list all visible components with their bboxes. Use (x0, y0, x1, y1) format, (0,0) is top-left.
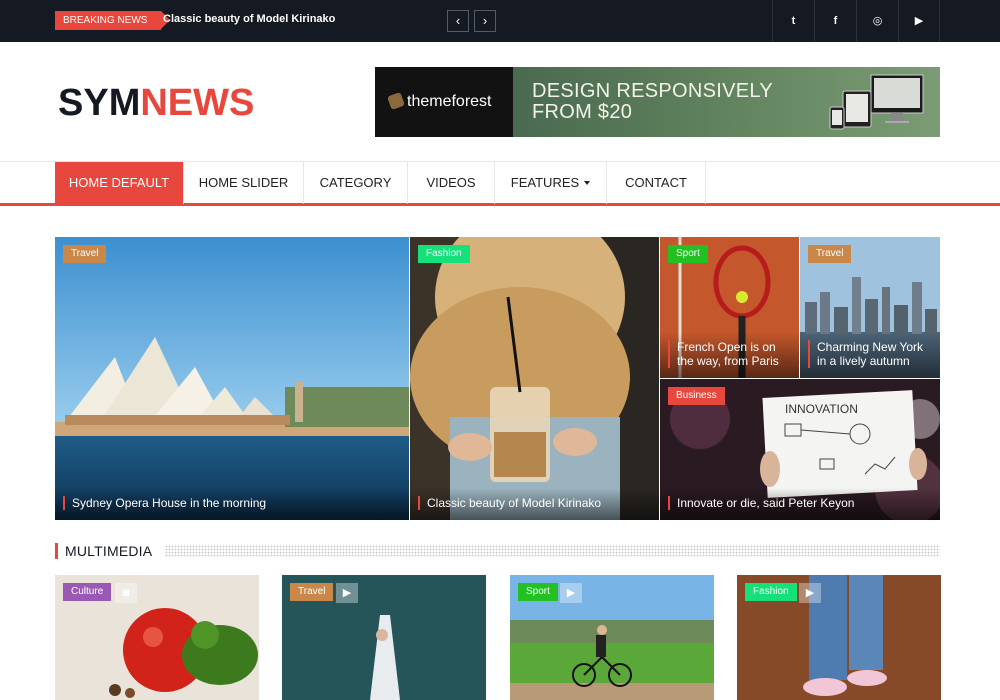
camera-icon[interactable]: ◙ (115, 583, 137, 603)
nav-contact[interactable]: CONTACT (607, 162, 706, 204)
banner-headline: DESIGN RESPONSIVELY FROM $20 (532, 81, 773, 123)
post-title[interactable]: French Open is on the way, from Paris (668, 340, 791, 368)
caret-down-icon (584, 181, 591, 185)
section-divider (165, 545, 940, 557)
main-navigation: HOME DEFAULT HOME SLIDER CATEGORY VIDEOS… (0, 161, 1000, 206)
section-title-multimedia: MULTIMEDIA (55, 543, 152, 559)
innovation-image-text: INNOVATION (785, 402, 858, 416)
nav-features-label: FEATURES (510, 175, 580, 190)
banner-brand-text: themeforest (407, 93, 492, 110)
nav-home-default[interactable]: HOME DEFAULT (55, 162, 184, 204)
play-icon[interactable]: ▶ (336, 583, 358, 603)
featured-post-new-york[interactable]: Travel Charming New York in a lively aut… (800, 237, 940, 378)
category-tag[interactable]: Business (668, 387, 725, 405)
logo-part-sym: SYM (58, 82, 141, 124)
post-title[interactable]: Innovate or die, said Peter Keyon (668, 496, 932, 510)
post-title[interactable]: Sydney Opera House in the morning (63, 496, 401, 510)
caption-overlay: Classic beauty of Model Kirinako (410, 488, 659, 520)
category-tag[interactable]: Travel (63, 245, 107, 263)
logo-part-news: NEWS (140, 82, 255, 124)
multimedia-card-fashion[interactable]: Fashion ▶ (737, 575, 941, 700)
chevron-left-icon[interactable]: ‹ (447, 10, 469, 32)
caption-overlay: Innovate or die, said Peter Keyon (660, 488, 940, 520)
multimedia-card-culture[interactable]: Culture ◙ (55, 575, 259, 700)
dribbble-icon[interactable]: ◎ (856, 0, 898, 42)
featured-post-innovate[interactable]: INNOVATION Business Innovate or die, sai… (660, 379, 940, 520)
site-logo[interactable]: SYMNEWS (58, 82, 254, 125)
ad-banner[interactable]: themeforest DESIGN RESPONSIVELY FROM $20 (375, 67, 940, 137)
category-tag[interactable]: Travel (290, 583, 334, 601)
category-tag[interactable]: Sport (668, 245, 708, 263)
model-drinking-image (410, 237, 659, 520)
category-tag[interactable]: Travel (808, 245, 852, 263)
caption-overlay: Charming New York in a lively autumn (800, 332, 940, 378)
nav-features[interactable]: FEATURES (495, 162, 607, 204)
category-tag[interactable]: Fashion (745, 583, 797, 601)
caption-overlay: French Open is on the way, from Paris (660, 332, 799, 378)
devices-illustration-icon (829, 74, 924, 130)
caption-overlay: Sydney Opera House in the morning (55, 488, 409, 520)
breaking-news-headline[interactable]: Classic beauty of Model Kirinako (163, 13, 335, 25)
breaking-news-label: BREAKING NEWS (55, 11, 171, 30)
nav-category[interactable]: CATEGORY (304, 162, 408, 204)
multimedia-card-travel[interactable]: Travel ▶ (282, 575, 486, 700)
category-tag[interactable]: Fashion (418, 245, 470, 263)
category-tag[interactable]: Sport (518, 583, 558, 601)
banner-brand: themeforest (375, 67, 513, 137)
twitter-icon[interactable]: t (772, 0, 814, 42)
sydney-opera-house-image (55, 237, 409, 520)
banner-headline-line2: FROM $20 (532, 101, 633, 123)
nav-videos[interactable]: VIDEOS (408, 162, 495, 204)
nav-home-slider[interactable]: HOME SLIDER (184, 162, 304, 204)
facebook-icon[interactable]: f (814, 0, 856, 42)
multimedia-card-sport[interactable]: Sport ▶ (510, 575, 714, 700)
play-icon[interactable]: ▶ (560, 583, 582, 603)
youtube-icon[interactable]: ▶ (898, 0, 940, 42)
banner-headline-line1: DESIGN RESPONSIVELY (532, 80, 773, 102)
featured-post-kirinako[interactable]: Fashion Classic beauty of Model Kirinako (410, 237, 659, 520)
top-bar: BREAKING NEWS Classic beauty of Model Ki… (0, 0, 1000, 42)
post-title[interactable]: Classic beauty of Model Kirinako (418, 496, 651, 510)
featured-post-sydney[interactable]: Travel Sydney Opera House in the morning (55, 237, 409, 520)
category-tag[interactable]: Culture (63, 583, 112, 601)
featured-post-french-open[interactable]: Sport French Open is on the way, from Pa… (660, 237, 799, 378)
play-icon[interactable]: ▶ (799, 583, 821, 603)
themeforest-logo-icon (387, 92, 405, 110)
chevron-right-icon[interactable]: › (474, 10, 496, 32)
post-title[interactable]: Charming New York in a lively autumn (808, 340, 932, 368)
